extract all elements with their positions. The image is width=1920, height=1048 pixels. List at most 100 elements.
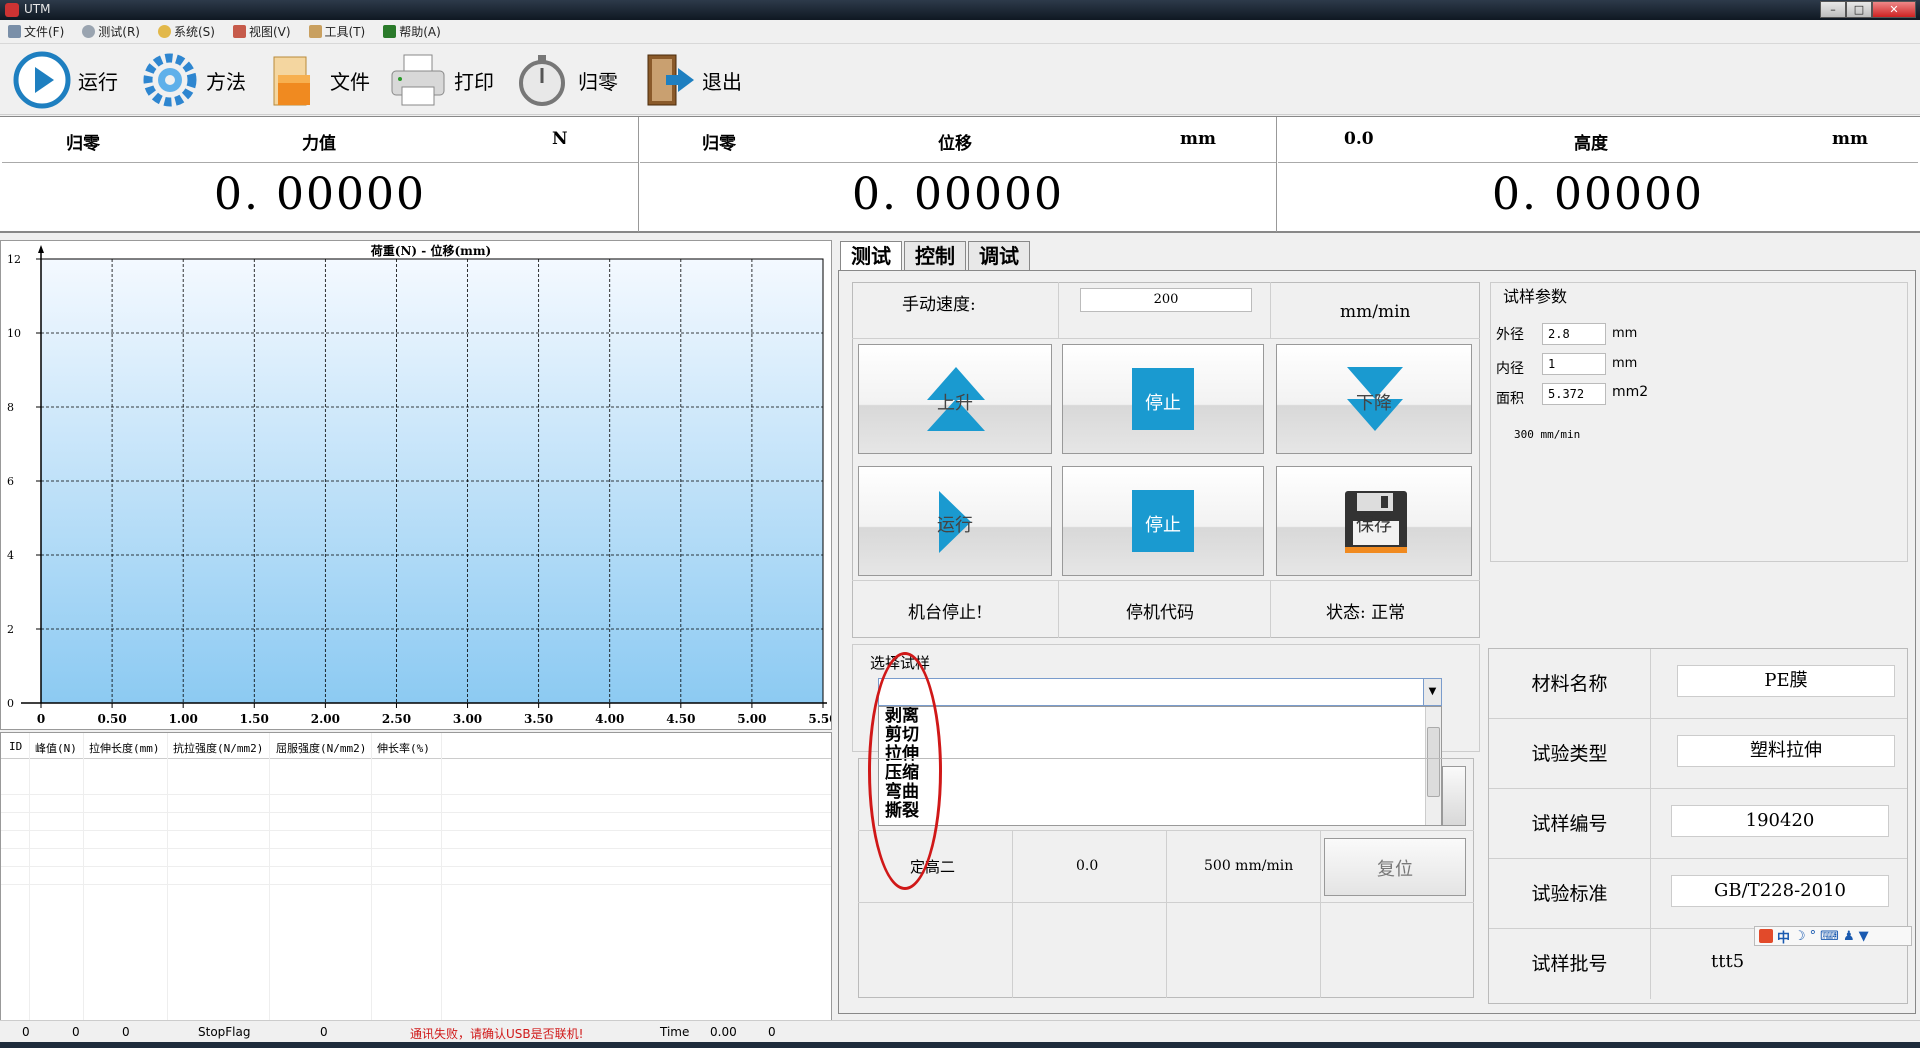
y-tick-label: 6 [7, 475, 14, 488]
manual-speed-input[interactable]: 200 [1080, 288, 1252, 312]
ime-mode-label[interactable]: 中 [1777, 927, 1790, 946]
x-tick-label: 0.50 [97, 712, 126, 726]
highlight-circle [868, 652, 942, 890]
chevron-down-icon[interactable]: ▼ [1423, 679, 1441, 705]
maximize-button[interactable]: □ [1846, 1, 1872, 18]
material-name-input[interactable]: PE膜 [1677, 665, 1895, 697]
ime-toolbar[interactable]: 中 ☽ ° ⌨ ♟ ▼ [1754, 926, 1912, 946]
area-label: 面积 [1496, 391, 1524, 407]
y-tick-label: 0 [7, 697, 14, 710]
batch-number-input[interactable]: ttt5 [1671, 947, 1889, 979]
sample-id-input[interactable]: 190420 [1671, 805, 1889, 837]
time-label: Time [660, 1025, 690, 1039]
down-button[interactable]: 下降 [1276, 344, 1472, 454]
area-unit: mm2 [1612, 384, 1649, 400]
run-tool-button[interactable]: 运行 [12, 51, 118, 109]
toolbar: 运行 方法 文件 打印 归零 退出 [0, 45, 1920, 115]
menu-help[interactable]: 帮助(A) [383, 23, 441, 40]
height-value: 0. 00000 [1492, 169, 1704, 220]
machine-status: 机台停止! [908, 603, 983, 623]
menu-system[interactable]: 系统(S) [157, 23, 215, 40]
skin-icon: ▼ [1858, 928, 1869, 944]
force-value: 0. 00000 [214, 169, 426, 220]
height-zero-value: 0.0 [1344, 129, 1374, 149]
stop-code-label: 停机代码 [1126, 603, 1194, 623]
y-tick-label: 10 [7, 327, 21, 340]
table-row[interactable] [1, 777, 831, 795]
col-length: 拉伸长度(mm) [89, 742, 160, 755]
y-tick-label: 4 [7, 549, 14, 562]
chart-panel: 0 0.50 1.00 1.50 2.00 2.50 3.00 3.50 4.00 4.50 5.0… [0, 240, 838, 730]
x-tick-label: 4.50 [666, 712, 695, 726]
system-menu-icon [157, 25, 171, 38]
x-tick-label: 0 [37, 712, 45, 726]
menu-tools[interactable]: 工具(T) [308, 23, 365, 40]
run-button[interactable]: 运行 [858, 466, 1052, 576]
force-zero-button[interactable]: 归零 [66, 129, 100, 154]
play-icon [13, 51, 71, 109]
title-bar: UTM – □ ✕ [0, 0, 1920, 20]
test-menu-icon [82, 25, 96, 38]
tab-debug[interactable]: 调试 [968, 241, 1030, 271]
folder-icon [273, 56, 310, 106]
stop-button-1[interactable]: 停止 [1062, 344, 1264, 454]
close-button[interactable]: ✕ [1872, 1, 1916, 18]
test-type-input[interactable]: 塑料拉伸 [1677, 735, 1895, 767]
minimize-button[interactable]: – [1820, 1, 1846, 18]
displacement-zero-button[interactable]: 归零 [702, 129, 736, 154]
table-row[interactable] [1, 795, 831, 813]
x-tick-label: 3.00 [453, 712, 482, 726]
up-button[interactable]: 上升 [858, 344, 1052, 454]
manual-speed-label: 手动速度: [902, 295, 976, 315]
param-speed: 300 mm/min [1514, 428, 1581, 441]
displacement-value: 0. 00000 [852, 169, 1064, 220]
menu-bar: 文件(F) 测试(R) 系统(S) 视图(V) 工具(T) 帮助(A) [0, 20, 1920, 44]
keyboard-icon: ⌨ [1820, 928, 1839, 944]
col-id: ID [9, 740, 23, 753]
table-row[interactable] [1, 831, 831, 849]
outer-diameter-input[interactable]: 2.8 [1542, 323, 1606, 345]
stop-button-2[interactable]: 停止 [1062, 466, 1264, 576]
table-row[interactable] [1, 813, 831, 831]
load-displacement-chart: 0 0.50 1.00 1.50 2.00 2.50 3.00 3.50 4.00 4.50 5.0… [7, 243, 838, 726]
outer-diameter-label: 外径 [1496, 327, 1524, 343]
menu-test[interactable]: 测试(R) [82, 23, 140, 40]
sample-params-title: 试样参数 [1500, 283, 1571, 307]
col-elongation: 伸长率(%) [377, 742, 430, 755]
y-tick-label: 12 [7, 253, 21, 266]
status-tail: 0 [768, 1025, 776, 1039]
results-table: ID 峰值(N) 拉伸长度(mm) 抗拉强度(N/mm2) 屈服强度(N/mm2… [0, 732, 832, 1023]
sample-type-combobox[interactable]: ▼ [878, 678, 1442, 706]
area-input[interactable]: 5.372 [1542, 383, 1606, 405]
side-button[interactable] [1442, 766, 1466, 826]
state-label: 状态: 正常 [1326, 603, 1406, 623]
inner-diameter-input[interactable]: 1 [1542, 353, 1606, 375]
fixed-height-speed: 500 mm/min [1204, 858, 1294, 874]
status-bar: 0 0 0 StopFlag 0 通讯失败，请确认USB是否联机! Time 0… [0, 1020, 1920, 1042]
stopwatch-icon [519, 55, 565, 106]
x-tick-label: 1.50 [240, 712, 269, 726]
menu-file[interactable]: 文件(F) [8, 23, 64, 40]
tab-bar: 测试 控制 调试 [840, 241, 1032, 272]
save-button[interactable]: 保存 [1276, 466, 1472, 576]
tab-test[interactable]: 测试 [840, 241, 902, 272]
gears-icon [143, 53, 197, 107]
exit-tool-button[interactable]: 退出 [636, 51, 742, 109]
window-controls: – □ ✕ [1820, 1, 1916, 19]
file-tool-button[interactable]: 文件 [264, 51, 370, 109]
print-tool-button[interactable]: 打印 [388, 51, 494, 109]
zero-tool-button[interactable]: 归零 [512, 51, 618, 109]
fixed-height-value: 0.0 [1076, 858, 1099, 874]
method-tool-button[interactable]: 方法 [140, 51, 246, 109]
y-axis-arrow [38, 245, 44, 253]
displacement-label: 位移 [938, 134, 972, 154]
table-row[interactable] [1, 867, 831, 885]
tab-control[interactable]: 控制 [904, 241, 966, 271]
reset-button[interactable]: 复位 [1324, 838, 1466, 896]
y-tick-label: 2 [7, 623, 14, 636]
sample-info-box: 材料名称 PE膜 试验类型 塑料拉伸 试样编号 190420 试验标准 GB/T… [1488, 648, 1908, 1004]
test-standard-input[interactable]: GB/T228-2010 [1671, 875, 1889, 907]
view-menu-icon [232, 25, 246, 38]
table-row[interactable] [1, 849, 831, 867]
menu-view[interactable]: 视图(V) [232, 23, 291, 40]
